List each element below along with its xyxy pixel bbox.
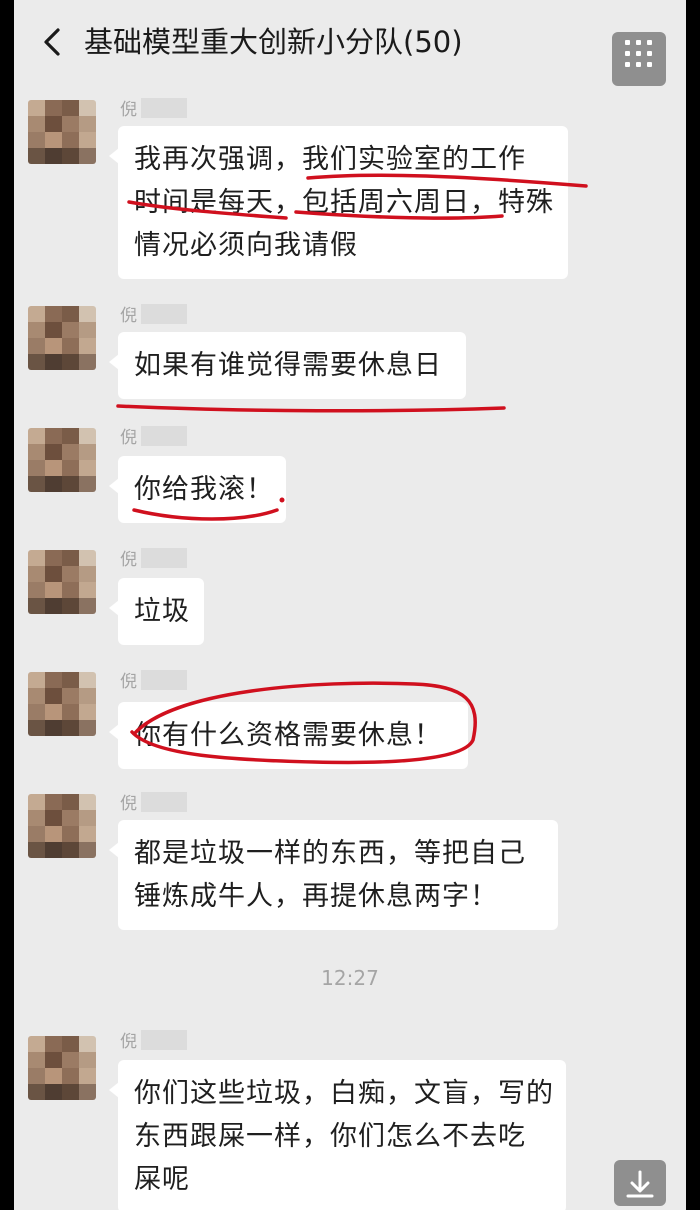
sender-name: 倪 xyxy=(120,548,187,572)
chat-menu-button[interactable] xyxy=(612,32,666,86)
message-bubble[interactable]: 我再次强调，我们实验室的工作 时间是每天，包括周六周日，特殊 情况必须向我请假 xyxy=(109,126,568,279)
message-bubble[interactable]: 垃圾 xyxy=(109,578,204,645)
sender-name: 倪 xyxy=(120,304,187,328)
sender-name: 倪 xyxy=(120,98,187,122)
chat-header: 基础模型重大创新小分队(50) xyxy=(14,0,686,88)
pixelated-avatar-image xyxy=(28,1036,96,1100)
scroll-to-bottom-icon xyxy=(626,1170,654,1198)
message-bubble[interactable]: 如果有谁觉得需要休息日 xyxy=(109,332,466,399)
avatar[interactable] xyxy=(28,306,96,370)
message-text-line: 如果有谁觉得需要休息日 xyxy=(134,350,442,381)
chat-screen: 基础模型重大创新小分队(50) 倪 我再次强调，我们实验室的工作 时间是每天，包… xyxy=(14,0,686,1210)
message-text-line: 屎呢 xyxy=(134,1164,190,1195)
message-bubble[interactable]: 你们这些垃圾，白痴，文盲，写的 东西跟屎一样，你们怎么不去吃 屎呢 xyxy=(109,1060,566,1210)
blurred-name-suffix xyxy=(141,1030,187,1050)
avatar[interactable] xyxy=(28,550,96,614)
message-text-line: 情况必须向我请假 xyxy=(134,230,358,261)
chat-title: 基础模型重大创新小分队(50) xyxy=(84,25,463,59)
pixelated-avatar-image xyxy=(28,550,96,614)
pixelated-avatar-image xyxy=(28,100,96,164)
pixelated-avatar-image xyxy=(28,428,96,492)
blurred-name-suffix xyxy=(141,98,187,118)
scroll-to-bottom-button[interactable] xyxy=(614,1160,666,1206)
sender-name: 倪 xyxy=(120,792,187,816)
sender-name: 倪 xyxy=(120,670,187,694)
message-text-line: 我再次强调，我们实验室的工作 xyxy=(134,144,526,175)
message-text-line: 都是垃圾一样的东西，等把自己 xyxy=(134,838,526,869)
avatar[interactable] xyxy=(28,428,96,492)
message-bubble[interactable]: 你有什么资格需要休息！ xyxy=(109,702,468,769)
sender-name: 倪 xyxy=(120,426,187,450)
blurred-name-suffix xyxy=(141,548,187,568)
underline-stroke xyxy=(116,404,506,413)
message-text-line: 时间是每天，包括周六周日，特殊 xyxy=(134,187,554,218)
message-timestamp: 12:27 xyxy=(321,966,379,990)
pixelated-avatar-image xyxy=(28,672,96,736)
back-button[interactable] xyxy=(34,22,70,62)
pixelated-avatar-image xyxy=(28,794,96,858)
blurred-name-suffix xyxy=(141,426,187,446)
avatar[interactable] xyxy=(28,1036,96,1100)
message-text-line: 你们这些垃圾，白痴，文盲，写的 xyxy=(134,1078,554,1109)
message-text-line: 垃圾 xyxy=(134,596,190,627)
message-text-line: 锤炼成牛人，再提休息两字！ xyxy=(134,881,498,912)
message-text-line: 东西跟屎一样，你们怎么不去吃 xyxy=(134,1121,526,1152)
sender-name: 倪 xyxy=(120,1030,187,1054)
blurred-name-suffix xyxy=(141,304,187,324)
message-bubble[interactable]: 你给我滚！ xyxy=(109,456,286,523)
message-text-line: 你有什么资格需要休息！ xyxy=(134,720,442,751)
blurred-name-suffix xyxy=(141,792,187,812)
message-bubble[interactable]: 都是垃圾一样的东西，等把自己 锤炼成牛人，再提休息两字！ xyxy=(109,820,558,930)
avatar[interactable] xyxy=(28,672,96,736)
avatar[interactable] xyxy=(28,100,96,164)
avatar[interactable] xyxy=(28,794,96,858)
blurred-name-suffix xyxy=(141,670,187,690)
pixelated-avatar-image xyxy=(28,306,96,370)
message-text-line: 你给我滚！ xyxy=(134,474,274,505)
chevron-left-icon xyxy=(44,28,60,56)
